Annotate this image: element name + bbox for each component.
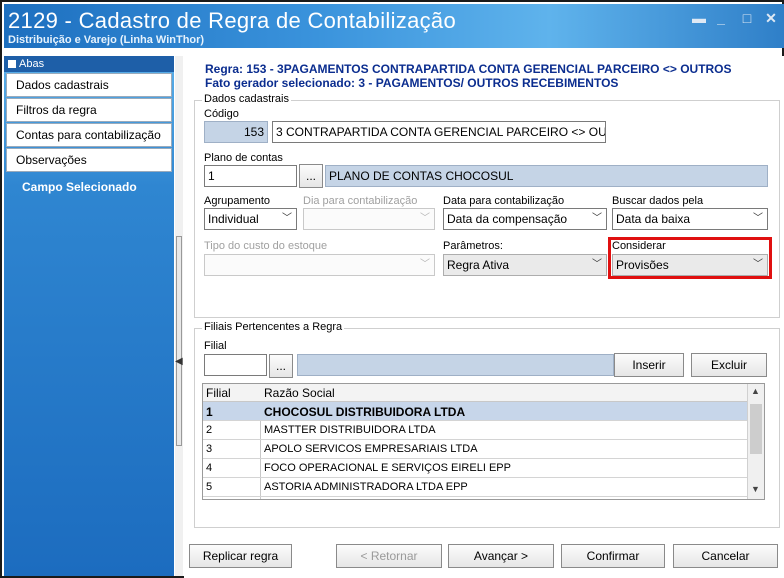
table-row[interactable]: 3 APOLO SERVICOS EMPRESARIAIS LTDA [203, 440, 764, 459]
main-content: Regra: 153 - 3PAGAMENTOS CONTRAPARTIDA C… [184, 56, 784, 578]
chevron-down-icon: ﹀ [592, 213, 602, 224]
table-row[interactable]: 5 ASTORIA ADMINISTRADORA LTDA EPP [203, 478, 764, 497]
filiais-table: Filial Razão Social 1 CHOCOSUL DISTRIBUID… [202, 383, 765, 500]
chevron-left-icon[interactable]: ◀ [175, 356, 183, 367]
replicar-button[interactable]: Replicar regra [189, 544, 292, 568]
header-razao-social[interactable]: Razão Social [264, 386, 335, 400]
cell-razao: FOCO OPERACIONAL E SERVIÇOS EIRELI EPP [264, 462, 511, 474]
sidebar-item-contas-para-contabilizacao[interactable]: Contas para contabilização [6, 123, 172, 147]
chevron-down-icon: ﹀ [282, 213, 292, 224]
parametros-select[interactable]: Regra Ativa ﹀ [443, 254, 607, 276]
cell-filial: 3 [206, 443, 213, 455]
table-header: Filial Razão Social [203, 384, 764, 402]
descricao-field[interactable]: 3 CONTRAPARTIDA CONTA GERENCIAL PARCEIRO… [272, 121, 606, 143]
data-contab-value: Data da compensação [447, 212, 568, 226]
tipo-custo-label: Tipo do custo do estoque [204, 240, 328, 252]
table-row[interactable]: 4 FOCO OPERACIONAL E SERVIÇOS EIRELI EPP [203, 459, 764, 478]
avancar-button[interactable]: Avançar > [448, 544, 554, 568]
filial-field[interactable] [204, 354, 267, 376]
buscar-value: Data da baixa [616, 212, 691, 226]
application-window: 2129 - Cadastro de Regra de Contabilizaç… [0, 0, 784, 578]
buscar-select[interactable]: Data da baixa ﹀ [612, 208, 768, 230]
abas-label: Abas [19, 58, 45, 70]
parametros-value: Regra Ativa [447, 258, 510, 272]
cell-filial: 1 [206, 405, 213, 419]
highlight-box [608, 237, 772, 279]
parametros-label: Parâmetros: [443, 240, 503, 252]
agrupamento-label: Agrupamento [204, 195, 271, 207]
maximize-icon[interactable]: □ [738, 10, 756, 26]
agrupamento-select[interactable]: Individual ﹀ [204, 208, 297, 230]
excluir-button[interactable]: Excluir [691, 353, 767, 377]
filial-search-button[interactable]: ... [269, 354, 293, 378]
fato-value: 3 - PAGAMENTOS/ OUTROS RECEBIMENTOS [358, 76, 619, 90]
cancelar-button[interactable]: Cancelar [673, 544, 778, 568]
sidebar-item-dados-cadastrais[interactable]: Dados cadastrais [6, 73, 172, 97]
codigo-field[interactable]: 153 [204, 121, 268, 143]
cell-filial: 5 [206, 481, 213, 493]
scroll-up-icon[interactable]: ▲ [751, 386, 760, 396]
sidebar-item-filtros-da-regra[interactable]: Filtros da regra [6, 98, 172, 122]
window-title: 2129 - Cadastro de Regra de Contabilizaç… [8, 8, 456, 33]
close-icon[interactable]: ✕ [762, 10, 780, 27]
dados-cadastrais-legend: Dados cadastrais [202, 93, 291, 105]
splitter[interactable]: ◀ [175, 56, 183, 576]
chevron-down-icon: ﹀ [420, 259, 430, 270]
filial-label: Filial [204, 340, 227, 352]
window-subtitle: Distribuição e Varejo (Linha WinThor) [8, 34, 205, 46]
sidebar: Abas Dados cadastrais Filtros da regra C… [4, 56, 174, 576]
cell-filial: 2 [206, 424, 213, 436]
regra-value: 153 - 3PAGAMENTOS CONTRAPARTIDA CONTA GE… [246, 62, 732, 76]
chevron-down-icon: ﹀ [753, 213, 763, 224]
confirmar-button[interactable]: Confirmar [561, 544, 665, 568]
cell-razao: CHOCOSUL DISTRIBUIDORA LTDA [264, 405, 466, 419]
table-row[interactable]: 2 MASTTER DISTRIBUIDORA LTDA [203, 421, 764, 440]
abas-header[interactable]: Abas [4, 56, 174, 72]
plano-label: Plano de contas [204, 152, 283, 164]
tipo-custo-select: ﹀ [204, 254, 435, 276]
retornar-button: < Retornar [336, 544, 442, 568]
data-contab-label: Data para contabilização [443, 195, 565, 207]
splitter-grip[interactable] [176, 236, 182, 446]
regra-label: Regra: [205, 62, 244, 76]
dia-label: Dia para contabilização [303, 195, 418, 207]
chevron-down-icon: ﹀ [420, 213, 430, 224]
title-bar: 2129 - Cadastro de Regra de Contabilizaç… [4, 4, 784, 48]
cell-razao: APOLO SERVICOS EMPRESARIAIS LTDA [264, 443, 478, 455]
filial-name-field [297, 354, 614, 376]
minimize-icon[interactable]: ▬ [690, 10, 708, 26]
rule-info: Regra: 153 - 3PAGAMENTOS CONTRAPARTIDA C… [205, 62, 732, 90]
data-contab-select[interactable]: Data da compensação ﹀ [443, 208, 607, 230]
codigo-label: Código [204, 108, 239, 120]
table-scrollbar[interactable]: ▲ ▼ [747, 384, 764, 499]
collapse-icon[interactable] [8, 60, 16, 68]
chevron-down-icon: ﹀ [592, 259, 602, 270]
fato-label: Fato gerador selecionado: [205, 76, 356, 90]
filiais-legend: Filiais Pertencentes a Regra [202, 321, 345, 333]
inserir-button[interactable]: Inserir [614, 353, 684, 377]
scroll-thumb[interactable] [750, 404, 762, 454]
cell-razao: MASTTER DISTRIBUIDORA LTDA [264, 424, 436, 436]
sidebar-item-observacoes[interactable]: Observações [6, 148, 172, 172]
header-filial[interactable]: Filial [206, 386, 231, 400]
cell-razao: ASTORIA ADMINISTRADORA LTDA EPP [264, 481, 468, 493]
campo-selecionado-label: Campo Selecionado [22, 180, 137, 194]
cell-filial: 4 [206, 462, 213, 474]
dia-select: ﹀ [303, 208, 435, 230]
dash-icon[interactable]: _ [712, 10, 730, 26]
table-row[interactable]: 1 CHOCOSUL DISTRIBUIDORA LTDA [203, 402, 764, 421]
buscar-label: Buscar dados pela [612, 195, 704, 207]
scroll-down-icon[interactable]: ▼ [751, 484, 760, 494]
plano-search-button[interactable]: ... [299, 164, 323, 188]
plano-code-field[interactable]: 1 [204, 165, 297, 187]
plano-name-field: PLANO DE CONTAS CHOCOSUL [325, 165, 768, 187]
agrupamento-value: Individual [208, 212, 259, 226]
